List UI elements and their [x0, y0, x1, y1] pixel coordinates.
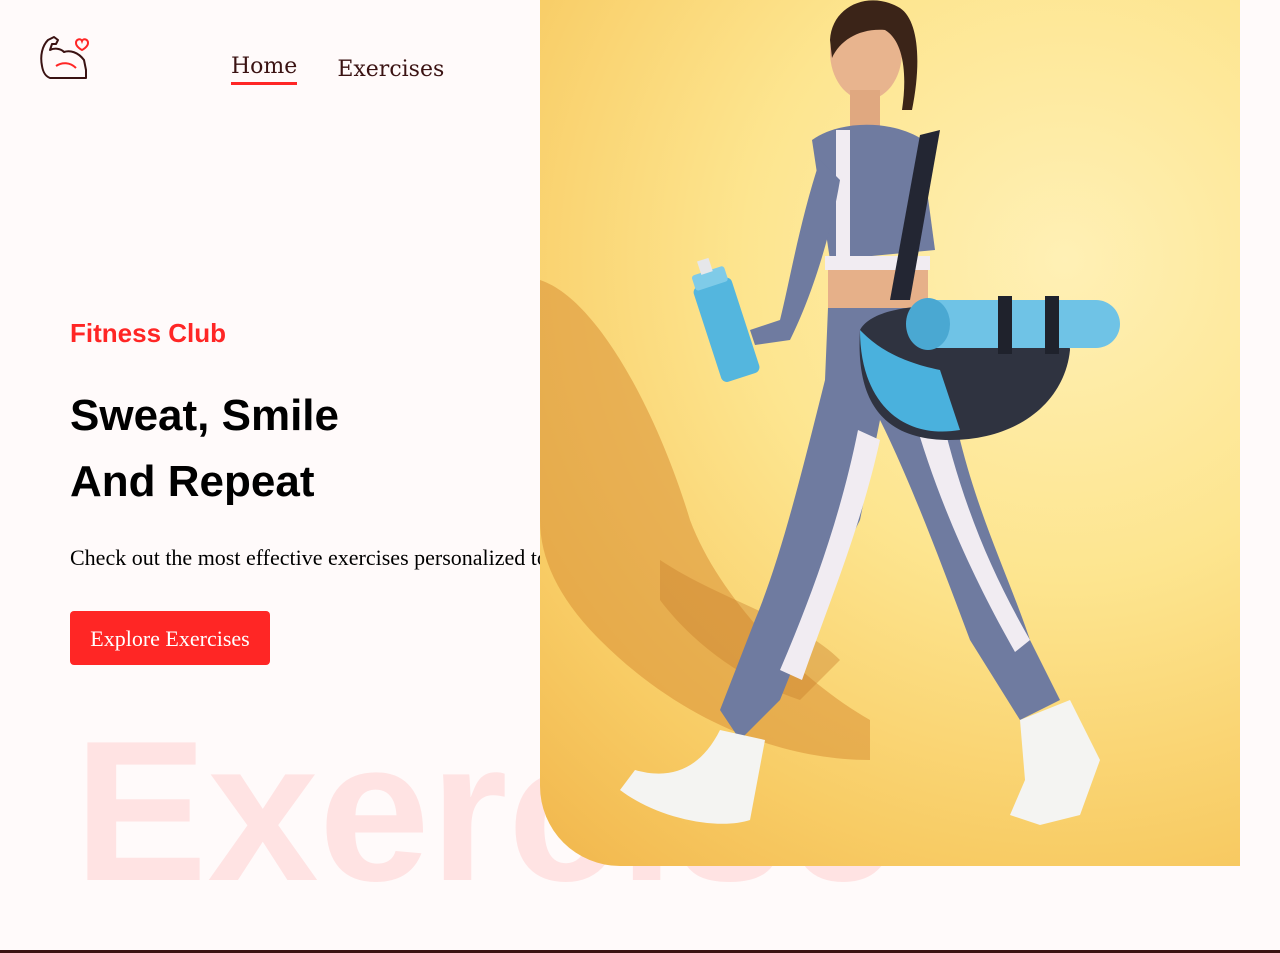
hero-headline: Sweat, Smile And Repeat	[70, 383, 540, 515]
woman-with-gym-bag-illustration	[540, 0, 1120, 825]
nav-home-link[interactable]: Home	[231, 52, 298, 85]
hero-eyebrow: Fitness Club	[70, 318, 227, 348]
flexed-arm-heart-icon	[40, 36, 90, 79]
hero-section: Fitness Club Sweat, Smile And Repeat Che…	[70, 318, 540, 665]
hero-subtext: Check out the most effective exercises p…	[70, 545, 540, 570]
headline-line-2: And Repeat	[70, 457, 315, 506]
headline-line-1: Sweat, Smile	[70, 391, 340, 440]
main-nav: Home Exercises	[231, 52, 444, 85]
logo[interactable]	[36, 30, 90, 84]
hero-banner-image	[540, 0, 1240, 866]
home-page: Home Exercises Exercise Fitness Club Swe…	[0, 0, 1280, 953]
explore-exercises-button[interactable]: Explore Exercises	[70, 611, 270, 665]
nav-exercises-link[interactable]: Exercises	[337, 55, 444, 85]
